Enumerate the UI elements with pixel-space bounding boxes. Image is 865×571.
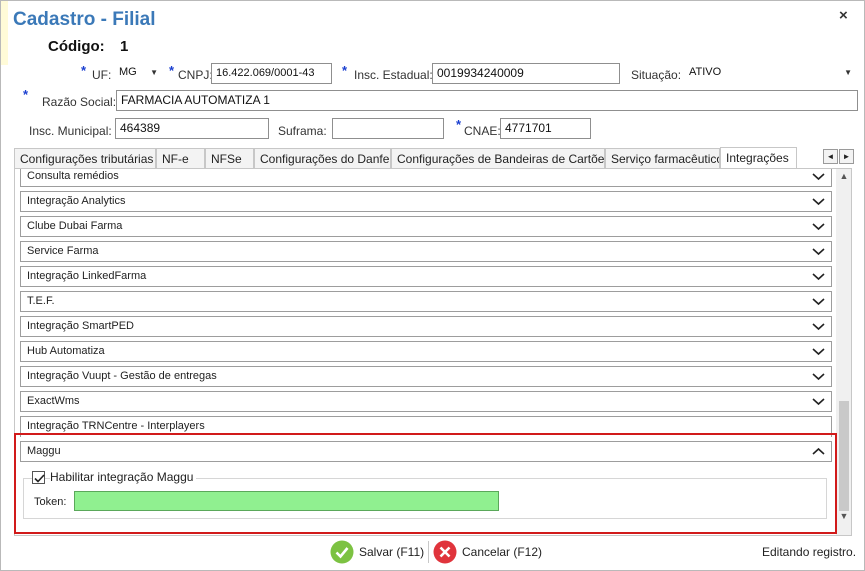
- tab-configuracoes-bandeiras[interactable]: Configurações de Bandeiras de Cartões: [391, 148, 605, 169]
- integration-label: Integração LinkedFarma: [27, 270, 147, 282]
- scroll-down-icon[interactable]: ▼: [836, 509, 851, 523]
- integration-label: Integração SmartPED: [27, 320, 134, 332]
- uf-select[interactable]: MG ▼: [114, 63, 162, 84]
- cancel-label: Cancelar (F12): [462, 545, 543, 559]
- suframa-label: Suframa:: [278, 124, 327, 138]
- tab-integracoes[interactable]: Integrações: [720, 147, 797, 169]
- integration-label: Integração Vuupt - Gestão de entregas: [27, 370, 217, 382]
- integration-row-consulta-remedios[interactable]: Consulta remédios: [20, 169, 832, 187]
- cnae-label: CNAE:: [464, 124, 501, 138]
- required-mark: *: [23, 87, 29, 102]
- integration-row-exactwms[interactable]: ExactWms: [20, 391, 832, 412]
- razao-social-label: Razão Social:: [42, 95, 117, 109]
- insc-municipal-input[interactable]: 464389: [115, 118, 269, 139]
- uf-value: MG: [119, 66, 137, 78]
- tab-nfe[interactable]: NF-e: [156, 148, 205, 169]
- tab-configuracoes-tributarias[interactable]: Configurações tributárias: [14, 148, 156, 169]
- tab-bar: Configurações tributárias NF-e NFSe Conf…: [14, 147, 819, 169]
- status-text: Editando registro.: [762, 545, 857, 559]
- integration-row-linkedfarma[interactable]: Integração LinkedFarma: [20, 266, 832, 287]
- required-mark: *: [81, 63, 87, 78]
- insc-estadual-input[interactable]: 0019934240009: [432, 63, 620, 84]
- dialog-window: Cadastro - Filial × Código: 1 * UF: MG ▼…: [0, 0, 865, 571]
- dropdown-arrow-icon: ▼: [150, 68, 158, 77]
- uf-label: UF:: [92, 68, 112, 82]
- insc-estadual-label: Insc. Estadual:: [354, 68, 433, 82]
- integration-label: Integração TRNCentre - Interplayers: [27, 420, 205, 432]
- save-button[interactable]: Salvar (F11): [330, 539, 424, 565]
- integration-label: Hub Automatiza: [27, 345, 105, 357]
- chevron-down-icon[interactable]: [811, 395, 826, 408]
- integration-row-hub-automatiza[interactable]: Hub Automatiza: [20, 341, 832, 362]
- situacao-value: ATIVO: [689, 66, 722, 78]
- cnpj-label: CNPJ:: [178, 68, 213, 82]
- integration-row-clube-dubai[interactable]: Clube Dubai Farma: [20, 216, 832, 237]
- cnpj-input[interactable]: 16.422.069/0001-43: [211, 63, 332, 84]
- razao-social-input[interactable]: FARMACIA AUTOMATIZA 1: [116, 90, 858, 111]
- cnae-input[interactable]: 4771701: [500, 118, 591, 139]
- save-label: Salvar (F11): [359, 545, 425, 559]
- background-strip: [1, 1, 8, 65]
- chevron-down-icon[interactable]: [811, 320, 826, 333]
- required-mark: *: [456, 117, 462, 132]
- integration-label: Service Farma: [27, 245, 99, 257]
- suframa-input[interactable]: [332, 118, 444, 139]
- window-title: Cadastro - Filial: [13, 9, 156, 30]
- chevron-down-icon[interactable]: [811, 295, 826, 308]
- integration-row-vuupt[interactable]: Integração Vuupt - Gestão de entregas: [20, 366, 832, 387]
- chevron-down-icon[interactable]: [811, 195, 826, 208]
- chevron-down-icon[interactable]: [811, 345, 826, 358]
- scroll-up-icon[interactable]: ▲: [836, 169, 851, 183]
- integration-label: Integração Analytics: [27, 195, 126, 207]
- tab-servico-farmaceutico[interactable]: Serviço farmacêutico: [605, 148, 720, 169]
- vertical-scrollbar[interactable]: ▲ ▼: [836, 169, 851, 535]
- dropdown-arrow-icon: ▼: [844, 68, 852, 77]
- chevron-down-icon[interactable]: [811, 245, 826, 258]
- chevron-down-icon[interactable]: [811, 270, 826, 283]
- cancel-button[interactable]: Cancelar (F12): [433, 539, 542, 565]
- footer-divider: [428, 541, 429, 563]
- integration-label: Clube Dubai Farma: [27, 220, 123, 232]
- integration-row-tef[interactable]: T.E.F.: [20, 291, 832, 312]
- scrollbar-thumb[interactable]: [839, 401, 849, 511]
- integration-row-analytics[interactable]: Integração Analytics: [20, 191, 832, 212]
- chevron-down-icon[interactable]: [811, 170, 826, 183]
- chevron-down-icon[interactable]: [811, 220, 826, 233]
- integration-label: ExactWms: [27, 395, 80, 407]
- required-mark: *: [342, 63, 348, 78]
- situacao-label: Situação:: [631, 68, 682, 82]
- insc-municipal-label: Insc. Municipal:: [29, 124, 112, 138]
- codigo-label: Código:: [48, 38, 105, 55]
- check-circle-icon: [330, 540, 354, 564]
- tab-nfse[interactable]: NFSe: [205, 148, 254, 169]
- situacao-select[interactable]: ATIVO ▼: [684, 63, 856, 84]
- integration-row-service-farma[interactable]: Service Farma: [20, 241, 832, 262]
- codigo-value: 1: [120, 38, 129, 55]
- tab-scroll-right-icon[interactable]: ►: [839, 149, 854, 164]
- tab-scroll-left-icon[interactable]: ◄: [823, 149, 838, 164]
- required-mark: *: [169, 63, 175, 78]
- close-icon[interactable]: ×: [839, 7, 848, 24]
- cancel-circle-icon: [433, 540, 457, 564]
- highlight-frame: [14, 433, 837, 534]
- integration-label: Consulta remédios: [27, 170, 119, 182]
- chevron-down-icon[interactable]: [811, 370, 826, 383]
- integration-row-smartped[interactable]: Integração SmartPED: [20, 316, 832, 337]
- integration-label: T.E.F.: [27, 295, 55, 307]
- tab-configuracoes-danfe[interactable]: Configurações do Danfe: [254, 148, 391, 169]
